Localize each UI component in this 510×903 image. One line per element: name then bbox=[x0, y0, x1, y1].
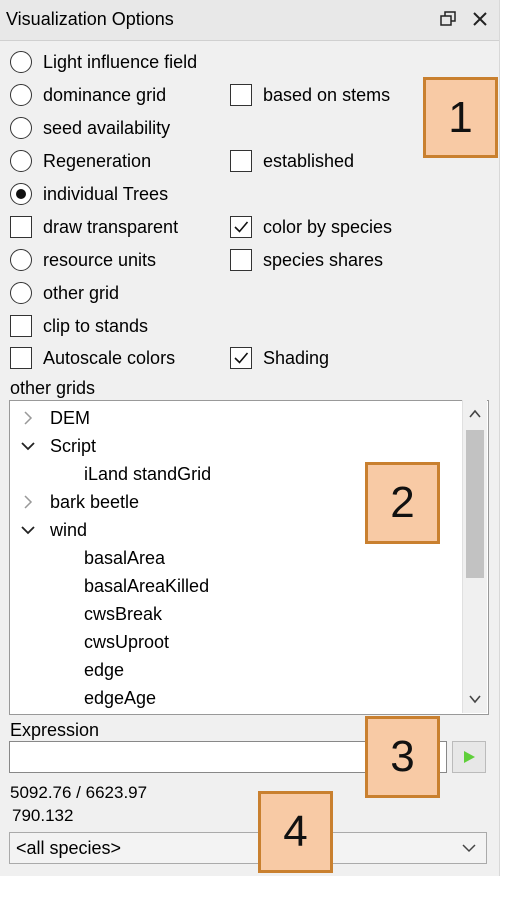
option-clip-to-stands[interactable]: clip to stands bbox=[10, 313, 148, 339]
annotation-badge-1: 1 bbox=[423, 77, 498, 158]
chevron-down-icon[interactable] bbox=[18, 520, 38, 540]
tree-item-wind[interactable]: wind bbox=[18, 516, 87, 544]
light-influence-field-label: Light influence field bbox=[43, 51, 198, 72]
restore-window-icon[interactable] bbox=[440, 8, 456, 32]
resource-units-label: resource units bbox=[43, 249, 157, 270]
other-grids-tree[interactable]: DEM Script iLand standGrid bark beetle w… bbox=[9, 400, 489, 715]
seed-availability-label: seed availability bbox=[43, 117, 171, 138]
tree-scrollbar[interactable] bbox=[462, 400, 487, 713]
based-on-stems-label: based on stems bbox=[263, 84, 391, 105]
shading-label: Shading bbox=[263, 347, 330, 368]
color-by-species-checkbox[interactable] bbox=[230, 216, 252, 238]
autoscale-colors-label: Autoscale colors bbox=[43, 347, 176, 368]
tree-item-label: iLand standGrid bbox=[84, 463, 212, 484]
shading-checkbox[interactable] bbox=[230, 347, 252, 369]
tree-item-label: edge bbox=[84, 659, 125, 680]
expression-label: Expression bbox=[10, 720, 100, 740]
option-dominance-grid[interactable]: dominance grid bbox=[10, 82, 166, 108]
checkmark-icon bbox=[234, 221, 249, 233]
chevron-right-icon[interactable] bbox=[18, 492, 38, 512]
species-select-value: <all species> bbox=[16, 837, 122, 858]
species-select[interactable]: <all species> bbox=[9, 832, 487, 864]
tree-item-edgeage[interactable]: edgeAge bbox=[84, 684, 156, 712]
regeneration-label: Regeneration bbox=[43, 150, 152, 171]
tree-item-bark-beetle[interactable]: bark beetle bbox=[18, 488, 139, 516]
scrollbar-thumb[interactable] bbox=[466, 430, 484, 578]
option-based-on-stems[interactable]: based on stems bbox=[230, 82, 390, 108]
tree-item-cwsuproot[interactable]: cwsUproot bbox=[84, 628, 169, 656]
tree-item-label: basalArea bbox=[84, 547, 166, 568]
draw-transparent-label: draw transparent bbox=[43, 216, 179, 237]
tree-item-script[interactable]: Script bbox=[18, 432, 96, 460]
tree-item-label: edgeAge bbox=[84, 687, 157, 708]
tree-item-dem[interactable]: DEM bbox=[18, 404, 90, 432]
tree-item-basalarea[interactable]: basalArea bbox=[84, 544, 165, 572]
checkmark-icon bbox=[234, 352, 249, 364]
option-draw-transparent[interactable]: draw transparent bbox=[10, 214, 178, 240]
scroll-down-arrow-icon[interactable] bbox=[463, 687, 487, 711]
tree-item-label: cwsUproot bbox=[84, 631, 170, 652]
other-grid-radio[interactable] bbox=[10, 282, 32, 304]
individual-trees-radio[interactable] bbox=[10, 183, 32, 205]
clip-to-stands-checkbox[interactable] bbox=[10, 315, 32, 337]
other-grid-label: other grid bbox=[43, 282, 120, 303]
clip-to-stands-label: clip to stands bbox=[43, 315, 149, 336]
tree-item-edge[interactable]: edge bbox=[84, 656, 124, 684]
other-grids-label: other grids bbox=[10, 378, 96, 398]
tree-item-label: Script bbox=[50, 435, 97, 456]
tree-item-label: DEM bbox=[50, 407, 90, 428]
tree-item-label: cwsBreak bbox=[84, 603, 163, 624]
established-label: established bbox=[263, 150, 355, 171]
option-autoscale-colors[interactable]: Autoscale colors bbox=[10, 345, 175, 371]
established-checkbox[interactable] bbox=[230, 150, 252, 172]
cursor-coordinates: 5092.76 / 6623.97 bbox=[10, 783, 148, 802]
species-shares-label: species shares bbox=[263, 249, 384, 270]
tree-item-iland-standgrid[interactable]: iLand standGrid bbox=[84, 460, 211, 488]
option-established[interactable]: established bbox=[230, 148, 354, 174]
option-light-influence-field[interactable]: Light influence field bbox=[10, 49, 197, 75]
close-icon[interactable] bbox=[472, 8, 488, 32]
annotation-badge-2: 2 bbox=[365, 462, 440, 544]
regeneration-radio[interactable] bbox=[10, 150, 32, 172]
based-on-stems-checkbox[interactable] bbox=[230, 84, 252, 106]
option-shading[interactable]: Shading bbox=[230, 345, 329, 371]
cursor-value: 790.132 bbox=[12, 806, 74, 825]
run-expression-button[interactable] bbox=[452, 741, 486, 773]
chevron-right-icon[interactable] bbox=[18, 408, 38, 428]
option-other-grid[interactable]: other grid bbox=[10, 280, 119, 306]
dominance-grid-label: dominance grid bbox=[43, 84, 167, 105]
option-seed-availability[interactable]: seed availability bbox=[10, 115, 170, 141]
chevron-down-icon[interactable] bbox=[18, 436, 38, 456]
title-bar: Visualization Options bbox=[0, 0, 499, 41]
individual-trees-label: individual Trees bbox=[43, 183, 169, 204]
scroll-up-arrow-icon[interactable] bbox=[463, 402, 487, 426]
dominance-grid-radio[interactable] bbox=[10, 84, 32, 106]
option-species-shares[interactable]: species shares bbox=[230, 247, 383, 273]
option-regeneration[interactable]: Regeneration bbox=[10, 148, 151, 174]
annotation-badge-3: 3 bbox=[365, 716, 440, 798]
panel-title: Visualization Options bbox=[6, 9, 174, 29]
tree-item-label: wind bbox=[50, 519, 88, 540]
tree-item-basalareakilled[interactable]: basalAreaKilled bbox=[84, 572, 209, 600]
tree-item-label: bark beetle bbox=[50, 491, 140, 512]
autoscale-colors-checkbox[interactable] bbox=[10, 347, 32, 369]
draw-transparent-checkbox[interactable] bbox=[10, 216, 32, 238]
seed-availability-radio[interactable] bbox=[10, 117, 32, 139]
option-color-by-species[interactable]: color by species bbox=[230, 214, 392, 240]
color-by-species-label: color by species bbox=[263, 216, 393, 237]
annotation-badge-4: 4 bbox=[258, 791, 333, 873]
tree-item-cwsbreak[interactable]: cwsBreak bbox=[84, 600, 162, 628]
light-influence-field-radio[interactable] bbox=[10, 51, 32, 73]
resource-units-radio[interactable] bbox=[10, 249, 32, 271]
chevron-down-icon[interactable] bbox=[460, 839, 478, 857]
play-icon bbox=[464, 751, 475, 763]
option-individual-trees[interactable]: individual Trees bbox=[10, 181, 168, 207]
option-resource-units[interactable]: resource units bbox=[10, 247, 156, 273]
species-shares-checkbox[interactable] bbox=[230, 249, 252, 271]
tree-item-label: basalAreaKilled bbox=[84, 575, 210, 596]
